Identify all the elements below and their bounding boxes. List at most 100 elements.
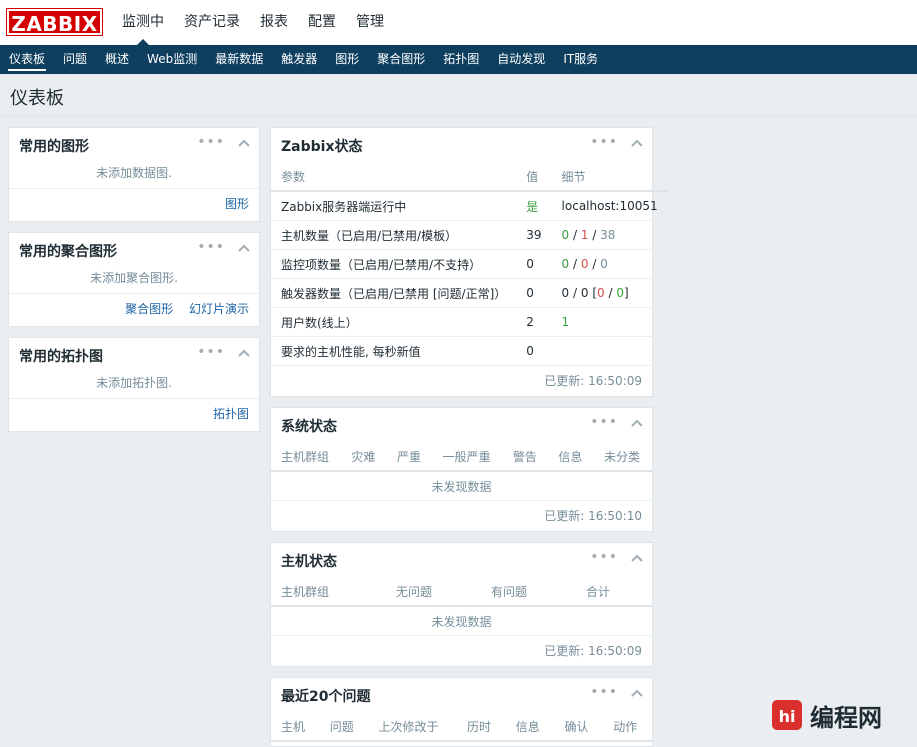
watermark-text: 编程网 — [810, 704, 882, 732]
value-cell: 0 — [516, 278, 552, 308]
graphs-link[interactable]: 图形 — [225, 197, 249, 211]
system-status-table: 主机群组 灾难 严重 一般严重 警告 信息 未分类 未发现数据 — [271, 442, 652, 501]
widget-title: 主机状态 — [281, 554, 337, 570]
empty-message: 未添加拓扑图. — [96, 376, 172, 390]
column-header: 未分类 — [593, 442, 652, 472]
detail-cell: 0 / 0 / 0 — [551, 249, 668, 279]
slideshow-link[interactable]: 幻灯片演示 — [189, 302, 249, 316]
param-cell: 主机数量（已启用/已禁用/模板） — [271, 220, 517, 250]
updated-time: 已更新: 16:50:09 — [544, 644, 642, 658]
widget-favorite-graphs: 常用的图形 ••• 未添加数据图. 图形 — [8, 127, 260, 222]
more-icon[interactable]: ••• — [197, 344, 225, 360]
empty-message: 未发现数据 — [271, 606, 652, 636]
subnav-latest-data[interactable]: 最新数据 — [206, 45, 272, 74]
subnav-discovery[interactable]: 自动发现 — [488, 45, 554, 74]
collapse-icon[interactable] — [630, 416, 644, 430]
column-header: 信息 — [505, 712, 555, 742]
column-header: 严重 — [386, 442, 433, 472]
value-cell: 0 — [516, 336, 552, 366]
column-header: 警告 — [502, 442, 549, 472]
column-header: 动作 — [603, 712, 652, 742]
screens-link[interactable]: 聚合图形 — [125, 302, 173, 316]
value-cell: 0 — [516, 249, 552, 279]
collapse-icon[interactable] — [630, 686, 644, 700]
widget-footer: 已更新: 16:50:09 — [271, 636, 652, 667]
top-bar: ZABBIX 监测中 资产记录 报表 配置 管理 — [0, 0, 917, 46]
widget-title: Zabbix状态 — [281, 139, 363, 155]
empty-message: 未发现数据 — [271, 471, 652, 501]
detail-cell — [551, 336, 668, 366]
watermark-logo: hi 编程网 — [770, 692, 910, 738]
collapse-icon[interactable] — [630, 551, 644, 565]
table-row: 监控项数量（已启用/已禁用/不支持） 0 0 / 0 / 0 — [271, 249, 668, 279]
column-header: 一般严重 — [432, 442, 503, 472]
subnav-web[interactable]: Web监测 — [138, 45, 206, 74]
main-nav: 监测中 资产记录 报表 配置 管理 — [112, 0, 394, 46]
param-cell: 要求的主机性能, 每秒新值 — [271, 336, 517, 366]
widget-favorite-maps: 常用的拓扑图 ••• 未添加拓扑图. 拓扑图 — [8, 337, 260, 432]
nav-configuration[interactable]: 配置 — [298, 0, 346, 45]
column-header: 灾难 — [341, 442, 387, 472]
subnav-overview[interactable]: 概述 — [96, 45, 138, 74]
maps-link[interactable]: 拓扑图 — [213, 407, 249, 421]
nav-administration[interactable]: 管理 — [346, 0, 394, 45]
more-icon[interactable]: ••• — [590, 684, 618, 700]
column-header: 问题 — [319, 712, 369, 742]
subnav-dashboard[interactable]: 仪表板 — [0, 45, 54, 74]
subnav-it-services[interactable]: IT服务 — [554, 45, 607, 74]
column-header: 主机群组 — [271, 577, 386, 607]
column-header: 历时 — [457, 712, 506, 742]
column-header: 主机 — [271, 712, 320, 742]
column-header: 确认 — [554, 712, 604, 742]
detail-cell: 0 / 1 / 38 — [551, 220, 668, 250]
widget-title: 常用的聚合图形 — [19, 244, 117, 260]
collapse-icon[interactable] — [237, 136, 251, 150]
collapse-icon[interactable] — [237, 241, 251, 255]
column-header: 信息 — [548, 442, 594, 472]
collapse-icon[interactable] — [237, 346, 251, 360]
detail-cell: 1 — [551, 307, 668, 337]
table-row: 用户数(线上） 2 1 — [271, 307, 668, 337]
column-header: 主机群组 — [271, 442, 342, 472]
table-row: 主机数量（已启用/已禁用/模板） 39 0 / 1 / 38 — [271, 220, 668, 250]
table-row: 要求的主机性能, 每秒新值 0 — [271, 336, 668, 366]
widget-footer: 拓扑图 — [9, 398, 259, 430]
svg-text:hi: hi — [779, 707, 796, 726]
collapse-icon[interactable] — [630, 136, 644, 150]
subnav-screens[interactable]: 聚合图形 — [368, 45, 434, 74]
subnav-maps[interactable]: 拓扑图 — [434, 45, 488, 74]
param-cell: 触发器数量（已启用/已禁用 [问题/正常]） — [271, 278, 517, 308]
subnav-problems[interactable]: 问题 — [54, 45, 96, 74]
sub-nav: 仪表板 问题 概述 Web监测 最新数据 触发器 图形 聚合图形 拓扑图 自动发… — [0, 45, 917, 74]
column-header: 上次修改于 — [368, 712, 458, 742]
subnav-triggers[interactable]: 触发器 — [272, 45, 326, 74]
zabbix-logo[interactable]: ZABBIX — [6, 8, 103, 36]
table-row: 未发现数据 — [271, 471, 652, 501]
more-icon[interactable]: ••• — [197, 134, 225, 150]
column-header: 参数 — [271, 162, 517, 192]
nav-monitoring[interactable]: 监测中 — [112, 0, 174, 46]
nav-inventory[interactable]: 资产记录 — [174, 0, 250, 45]
nav-reports[interactable]: 报表 — [250, 0, 298, 45]
issues-table: 主机 问题 上次修改于 历时 信息 确认 动作 — [271, 712, 652, 742]
column-header: 有问题 — [481, 577, 576, 607]
widget-title: 常用的拓扑图 — [19, 349, 103, 365]
status-table: 参数 值 细节 Zabbix服务器端运行中 是 localhost:10051 … — [271, 162, 668, 366]
empty-message: 未添加数据图. — [96, 166, 172, 180]
widget-zabbix-status: Zabbix状态 ••• 参数 值 细节 Zabbix服务器端运行中 是 loc… — [270, 127, 668, 397]
more-icon[interactable]: ••• — [197, 239, 225, 255]
more-icon[interactable]: ••• — [590, 414, 618, 430]
empty-message: 未添加聚合图形. — [90, 271, 178, 285]
table-row: 触发器数量（已启用/已禁用 [问题/正常]） 0 0 / 0 [0 / 0] — [271, 278, 668, 308]
column-header: 无问题 — [386, 577, 481, 607]
column-header: 细节 — [551, 162, 668, 192]
more-icon[interactable]: ••• — [590, 134, 618, 150]
page-title: 仪表板 — [10, 88, 64, 109]
more-icon[interactable]: ••• — [590, 549, 618, 565]
widget-system-status: 系统状态 ••• 主机群组 灾难 严重 一般严重 警告 信息 未分类 未发现数据… — [270, 407, 653, 532]
param-cell: Zabbix服务器端运行中 — [271, 191, 517, 221]
subnav-graphs[interactable]: 图形 — [326, 45, 368, 74]
table-row: Zabbix服务器端运行中 是 localhost:10051 — [271, 191, 668, 221]
widget-footer: 图形 — [9, 188, 259, 220]
updated-time: 已更新: 16:50:09 — [544, 374, 642, 388]
